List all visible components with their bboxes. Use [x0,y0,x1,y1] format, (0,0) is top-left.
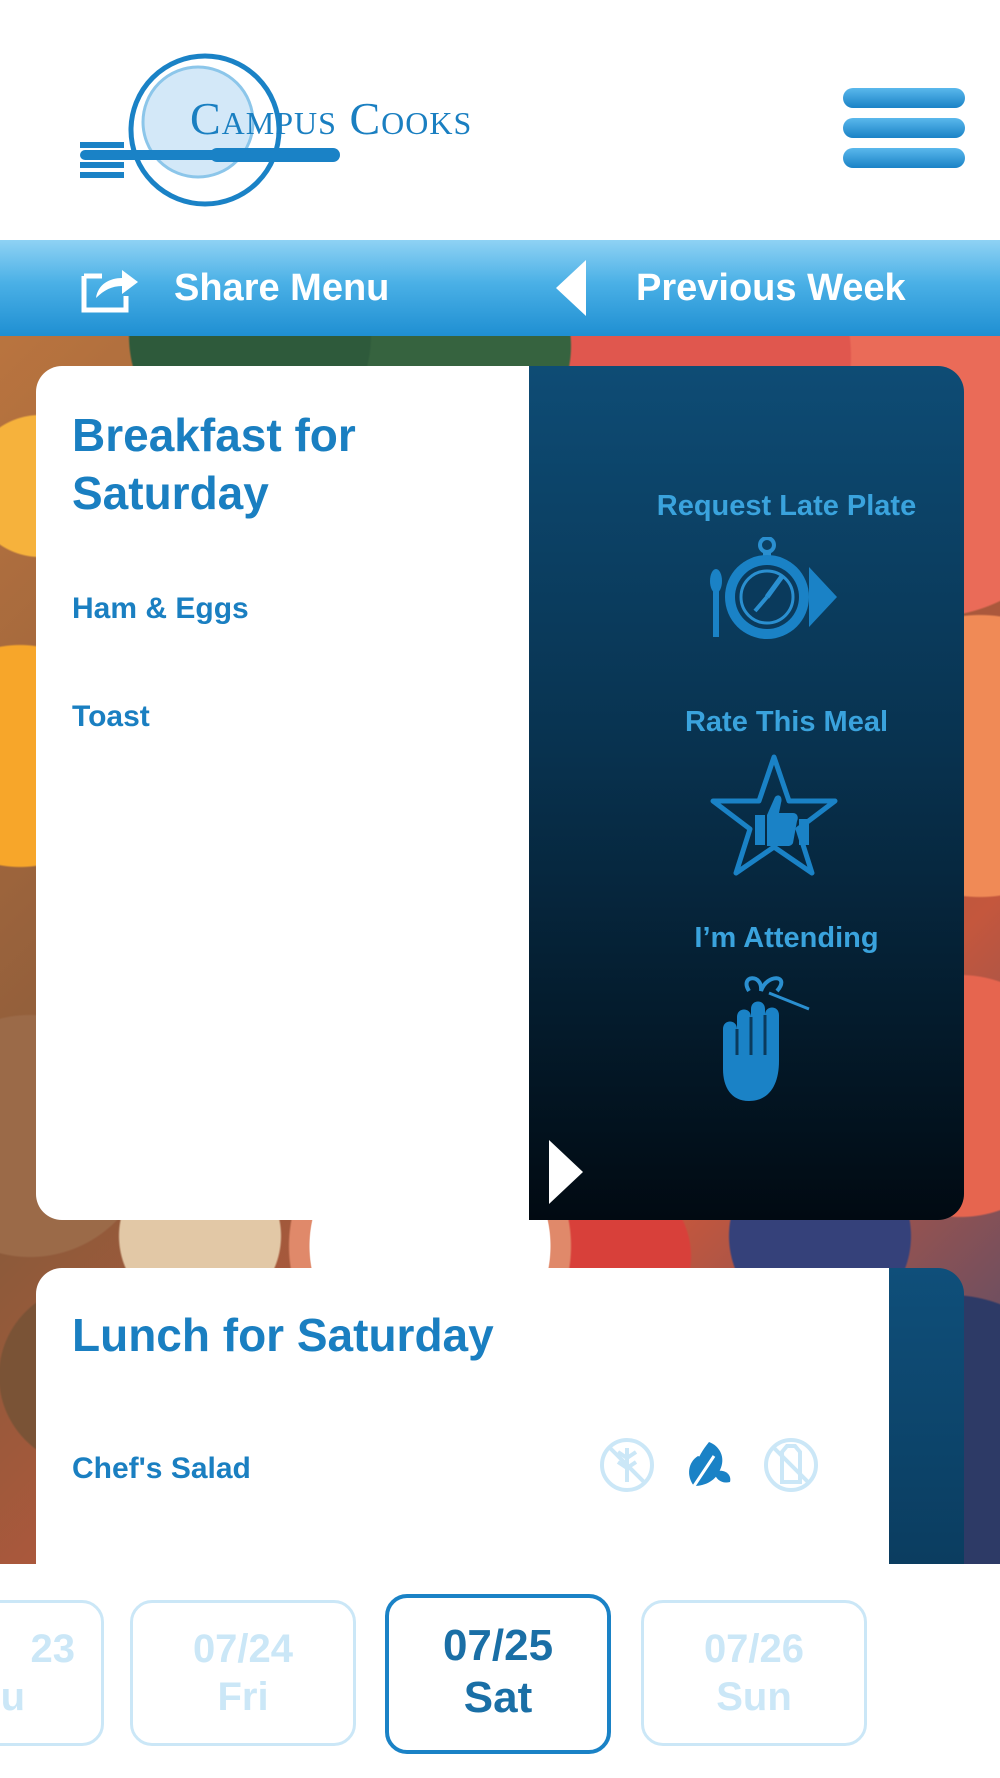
share-icon [81,270,138,313]
meal-title: Lunch for Saturday [72,1309,494,1361]
menu-item[interactable]: Chef's Salad [72,1452,251,1486]
im-attending-label: I’m Attending [694,922,879,954]
date-tile-day: Sun [716,1675,792,1719]
no-dairy-icon [764,1438,818,1492]
date-tile-date: 07/24 [192,1627,294,1671]
no-gluten-icon [600,1438,654,1492]
date-tile-fri[interactable]: 07/24 Fri [130,1600,356,1746]
date-tile-day: u [0,1675,25,1719]
meal-title: Breakfast for Saturday [72,409,356,519]
menu-item[interactable]: Toast [72,700,150,734]
rate-this-meal-button[interactable]: Rate This Meal [529,706,964,877]
campus-cooks-logo[interactable]: Campus Cooks [80,50,680,210]
date-selector: 23 u 07/24 Fri 07/25 Sat 07/26 Sun [0,1564,1000,1778]
share-menu-button[interactable]: Share Menu [80,240,389,336]
menu-item[interactable]: Ham & Eggs [72,592,249,626]
breakfast-card: Breakfast for Saturday Ham & Eggs Toast … [36,366,964,1220]
previous-week-label: Previous Week [636,266,906,309]
date-tile-sun[interactable]: 07/26 Sun [641,1600,867,1746]
date-tile-date: 23 [30,1627,76,1671]
request-late-plate-button[interactable]: Request Late Plate [529,490,964,643]
breakfast-menu-panel: Breakfast for Saturday Ham & Eggs Toast [36,366,529,1220]
date-tile-date: 07/25 [442,1621,554,1670]
meal-actions-panel: Request Late Plate Rate This Meal I’m At… [529,366,964,1220]
app-header: Campus Cooks [0,0,1000,240]
request-late-plate-label: Request Late Plate [656,490,917,522]
hamburger-menu-icon[interactable] [843,88,965,176]
lunch-card: Lunch for Saturday Chef's Salad [36,1268,964,1608]
share-menu-label: Share Menu [174,266,390,309]
star-thumbs-up-icon [710,754,838,876]
rate-this-meal-label: Rate This Meal [684,706,889,738]
lunch-actions-panel [889,1268,964,1608]
logo-text: Campus Cooks [190,93,473,144]
date-tile-day: Fri [217,1675,269,1719]
dietary-icons [598,1436,828,1496]
hand-string-reminder-icon [723,976,810,1101]
date-tile-day: Sat [463,1673,533,1722]
triangle-left-icon [556,260,586,316]
triangle-right-icon[interactable] [549,1140,583,1204]
date-tile-sat-selected[interactable]: 07/25 Sat [385,1594,611,1754]
previous-week-button[interactable]: Previous Week [556,240,906,336]
im-attending-button[interactable]: I’m Attending [529,922,964,1105]
menu-toolbar: Share Menu Previous Week [0,240,1000,336]
lunch-menu-panel: Lunch for Saturday Chef's Salad [36,1268,889,1608]
stopwatch-plate-icon [710,537,837,639]
vegetarian-leaf-icon [689,1442,731,1487]
date-tile-date: 07/26 [703,1627,805,1671]
date-tile-thu[interactable]: 23 u [0,1600,104,1746]
